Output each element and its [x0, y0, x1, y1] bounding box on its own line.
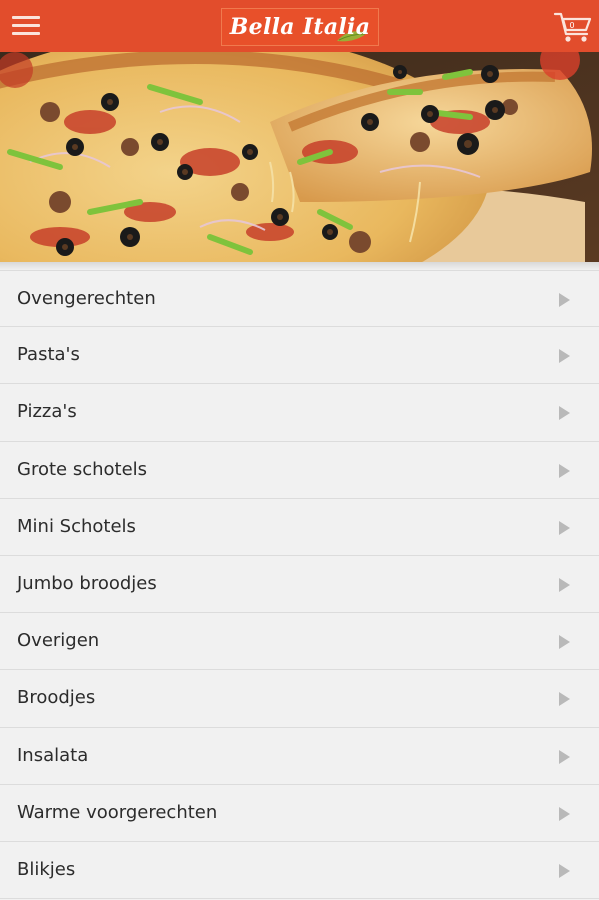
chevron-right-icon: [559, 692, 570, 707]
category-item-broodjes[interactable]: Broodjes: [0, 670, 599, 728]
category-label: Broodjes: [17, 687, 96, 709]
cart-count-badge: 0: [569, 21, 575, 30]
category-item-overigen[interactable]: Overigen: [0, 613, 599, 671]
chevron-right-icon: [559, 520, 570, 535]
chevron-right-icon: [559, 577, 570, 592]
chevron-right-icon: [559, 406, 570, 421]
divider-shadow: [0, 262, 599, 270]
logo-text: Bella Italia: [229, 14, 371, 40]
category-item-warme-voorgerechten[interactable]: Warme voorgerechten: [0, 784, 599, 842]
category-item-pastas[interactable]: Pasta's: [0, 327, 599, 385]
category-item-ovengerechten[interactable]: Ovengerechten: [0, 270, 599, 328]
cart-button[interactable]: 0: [553, 10, 593, 44]
category-item-insalata[interactable]: Insalata: [0, 727, 599, 785]
hamburger-line: [12, 32, 40, 35]
category-label: Warme voorgerechten: [17, 801, 218, 823]
chevron-right-icon: [559, 806, 570, 821]
chevron-right-icon: [559, 349, 570, 364]
category-label: Blikjes: [17, 858, 76, 880]
category-label: Grote schotels: [17, 458, 148, 480]
app-logo[interactable]: Bella Italia: [221, 8, 379, 46]
category-label: Mini Schotels: [17, 515, 136, 537]
category-item-grote-schotels[interactable]: Grote schotels: [0, 441, 599, 499]
chevron-right-icon: [559, 863, 570, 878]
hamburger-menu-button[interactable]: [10, 12, 42, 40]
category-label: Overigen: [17, 630, 100, 652]
category-label: Ovengerechten: [17, 288, 156, 309]
category-item-jumbo-broodjes[interactable]: Jumbo broodjes: [0, 555, 599, 614]
chevron-right-icon: [559, 463, 570, 478]
hero-pizza-image: [0, 52, 599, 262]
category-item-blikjes[interactable]: Blikjes: [0, 841, 599, 900]
app-header: Bella Italia 0: [0, 0, 599, 52]
category-item-pizzas[interactable]: Pizza's: [0, 384, 599, 442]
chevron-right-icon: [559, 293, 570, 307]
hamburger-menu-icon: [12, 16, 40, 19]
category-label: Jumbo broodjes: [17, 572, 157, 594]
category-label: Pasta's: [17, 344, 80, 366]
category-label: Insalata: [17, 744, 89, 766]
chevron-right-icon: [559, 635, 570, 650]
hamburger-line: [12, 24, 40, 27]
chevron-right-icon: [559, 749, 570, 764]
pizza-photo: [0, 52, 599, 262]
category-list: Ovengerechten Pasta's Pizza's Grote scho…: [0, 270, 599, 900]
category-label: Pizza's: [17, 401, 77, 423]
category-item-mini-schotels[interactable]: Mini Schotels: [0, 498, 599, 556]
